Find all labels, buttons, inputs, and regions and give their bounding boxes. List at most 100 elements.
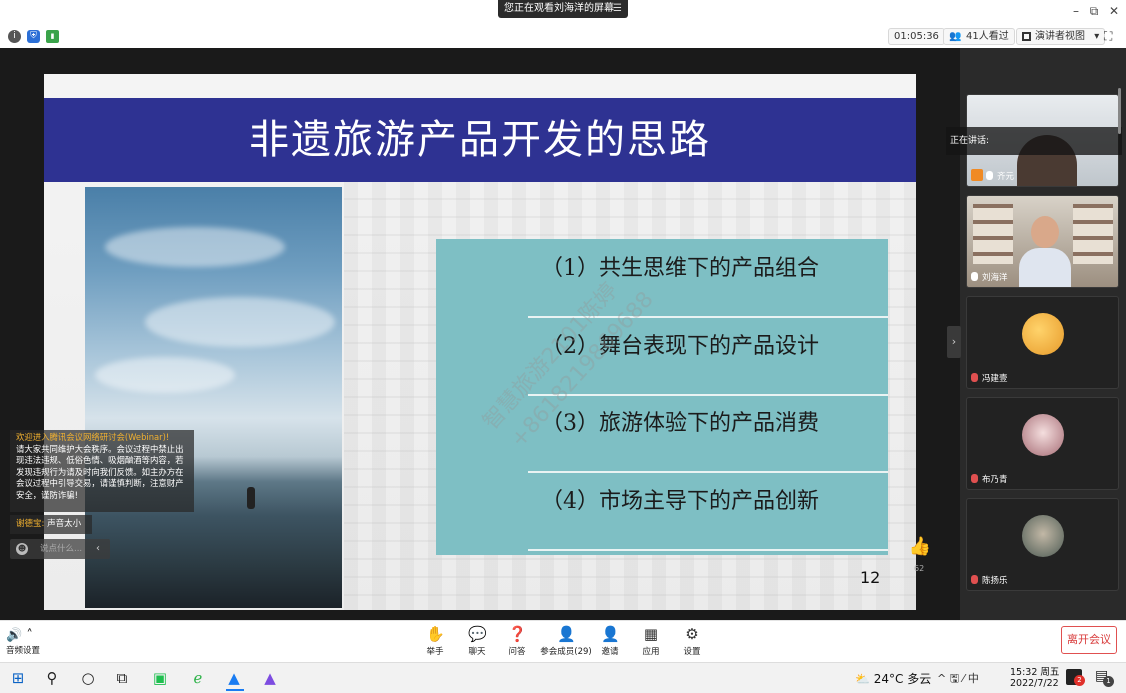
close-button[interactable]: ✕ (1104, 4, 1124, 18)
slide-title: 非遗旅游产品开发的思路 (249, 117, 711, 163)
chat-bubble-icon: 💬 (468, 625, 487, 643)
system-tray[interactable]: ^ 🖫 ⁄ 中 (937, 670, 979, 689)
sea-sky-photo (85, 187, 342, 608)
app-icon[interactable]: ▲ (260, 668, 280, 688)
tile-name: 冯建壹 (971, 372, 1008, 384)
question-icon: ❓ (508, 625, 527, 643)
fullscreen-icon[interactable]: ⛶ (1104, 29, 1112, 44)
participant-video (1031, 216, 1059, 248)
slide-page-number: 12 (860, 568, 881, 587)
video-tile[interactable]: 陈扬乐 (966, 498, 1119, 591)
apps-grid-icon: ▦ (643, 625, 659, 643)
avatar (1022, 313, 1064, 355)
audio-settings-label: 音频设置 (6, 646, 41, 656)
viewers-count[interactable]: 👥 41人看过 (943, 28, 1015, 45)
view-mode-dropdown[interactable]: 演讲者视图 ▾ (1016, 28, 1106, 45)
chat-message-user: 谢德宝: (16, 519, 45, 529)
audio-settings-button[interactable]: 🔊 ˄ 音频设置 (6, 628, 40, 656)
mic-muted-icon (971, 575, 978, 584)
participants-label: 参会成员(29) (540, 647, 592, 657)
search-icon[interactable]: ⚲ (42, 668, 62, 688)
apps-button[interactable]: ▦ 应用 (628, 625, 674, 658)
meeting-timer: 01:05:36 (888, 28, 945, 45)
tile-name: 刘海洋 (971, 271, 1008, 283)
avatar (1022, 414, 1064, 456)
chat-label: 聊天 (468, 647, 486, 657)
task-view-icon[interactable]: ⧉ (112, 668, 132, 688)
avatar (1022, 515, 1064, 557)
tile-name: 齐元 (971, 169, 1014, 182)
video-tile[interactable]: 冯建壹 (966, 296, 1119, 389)
invite-button[interactable]: 👤 邀请 (587, 625, 633, 658)
slide-item-4: （4）市场主导下的产品创新 (541, 489, 819, 514)
qa-button[interactable]: ❓ 问答 (494, 625, 540, 658)
mic-muted-icon (971, 474, 978, 483)
chat-collapse-icon[interactable]: ‹ (96, 543, 100, 554)
leave-meeting-button[interactable]: 离开会议 (1061, 626, 1117, 654)
invite-label: 邀请 (601, 647, 619, 657)
gear-icon: ⚙ (685, 625, 699, 643)
minimize-button[interactable]: – (1066, 4, 1086, 18)
video-tile[interactable]: 布乃青 (966, 397, 1119, 490)
share-banner-text: 您正在观看刘海洋的屏幕 (504, 3, 614, 14)
partly-cloudy-icon: ⛅ (855, 672, 870, 686)
speaking-indicator: 正在讲话: (946, 127, 1122, 155)
settings-button[interactable]: ⚙ 设置 (669, 625, 715, 658)
speaker-icon: 🔊 ˄ (6, 628, 33, 643)
info-icon[interactable]: i (8, 30, 21, 43)
security-shield-icon[interactable]: ⛨ (27, 30, 40, 43)
person-icon: 👤 (557, 625, 576, 643)
slide-item-2: （2）舞台表现下的产品设计 (541, 334, 819, 359)
thumbs-up-icon[interactable]: 👍 (908, 536, 932, 560)
windows-start-icon[interactable]: ⊞ (8, 668, 28, 688)
chat-welcome-title: 欢迎进入腾讯会议网络研讨会(Webinar)! (16, 432, 170, 442)
raise-hand-label: 举手 (426, 647, 444, 657)
mic-icon (971, 272, 978, 281)
screen-share-banner[interactable]: 您正在观看刘海洋的屏幕 ☰ (498, 0, 628, 18)
clock-date[interactable]: 2022/7/22 (1010, 678, 1059, 689)
tencent-meeting-app-icon[interactable]: ▲ (224, 668, 244, 688)
restore-button[interactable]: ⧉ (1084, 4, 1104, 19)
notification-center-icon[interactable]: ▤ 1 (1095, 668, 1114, 687)
signal-icon[interactable]: ▮ (46, 30, 59, 43)
slide-item-1: （1）共生思维下的产品组合 (541, 256, 819, 281)
participant-name: 陈扬乐 (982, 576, 1008, 586)
participant-name: 布乃青 (982, 475, 1008, 485)
clock-time[interactable]: 15:32 周五 (1010, 664, 1059, 678)
menu-icon[interactable]: ☰ (613, 0, 622, 18)
emoji-icon[interactable]: ☻ (16, 543, 28, 555)
surfer-figure (247, 487, 255, 509)
weather-label: 24°C 多云 (873, 672, 932, 686)
layout-icon (1022, 32, 1031, 41)
raise-hand-button[interactable]: ✋ 举手 (412, 626, 458, 658)
tile-name: 布乃青 (971, 473, 1008, 485)
video-tile[interactable]: 刘海洋 (966, 195, 1119, 288)
cloud-shape (95, 357, 235, 393)
qa-label: 问答 (508, 647, 526, 657)
cloud-shape (145, 297, 335, 347)
participant-name: 冯建壹 (982, 374, 1008, 384)
presentation-slide: 非遗旅游产品开发的思路 （1）共生思维下的产品组合 （2）舞台表现下的产品设计 … (44, 74, 916, 610)
notification-count: 1 (1103, 676, 1114, 687)
settings-label: 设置 (683, 647, 701, 657)
mic-muted-icon (971, 373, 978, 382)
divider (528, 549, 888, 551)
weather-widget[interactable]: ⛅ 24°C 多云 (855, 670, 931, 687)
cortana-icon[interactable]: ○ (78, 668, 98, 688)
iqiyi-app-icon[interactable]: ▣ (150, 668, 170, 688)
app-tray-icon[interactable]: 2 (1066, 669, 1085, 686)
viewers-count-label: 41人看过 (966, 31, 1009, 42)
browser-app-icon[interactable]: ℯ (188, 668, 208, 688)
view-mode-label: 演讲者视图 (1035, 31, 1085, 42)
bookshelf-background (1073, 204, 1113, 264)
sidebar-scrollbar[interactable] (1118, 88, 1121, 134)
participant-name: 刘海洋 (982, 273, 1008, 283)
notification-badge: 2 (1074, 675, 1085, 686)
tile-name: 陈扬乐 (971, 574, 1008, 586)
participant-name: 齐元 (997, 172, 1015, 182)
mic-icon (986, 171, 993, 180)
sidebar-collapse-button[interactable]: › (947, 326, 961, 358)
screen: 您正在观看刘海洋的屏幕 ☰ – ⧉ ✕ i ⛨ ▮ 01:05:36 👥 41人… (0, 0, 1126, 693)
cloud-shape (105, 227, 285, 267)
add-person-icon: 👤 (601, 625, 620, 643)
